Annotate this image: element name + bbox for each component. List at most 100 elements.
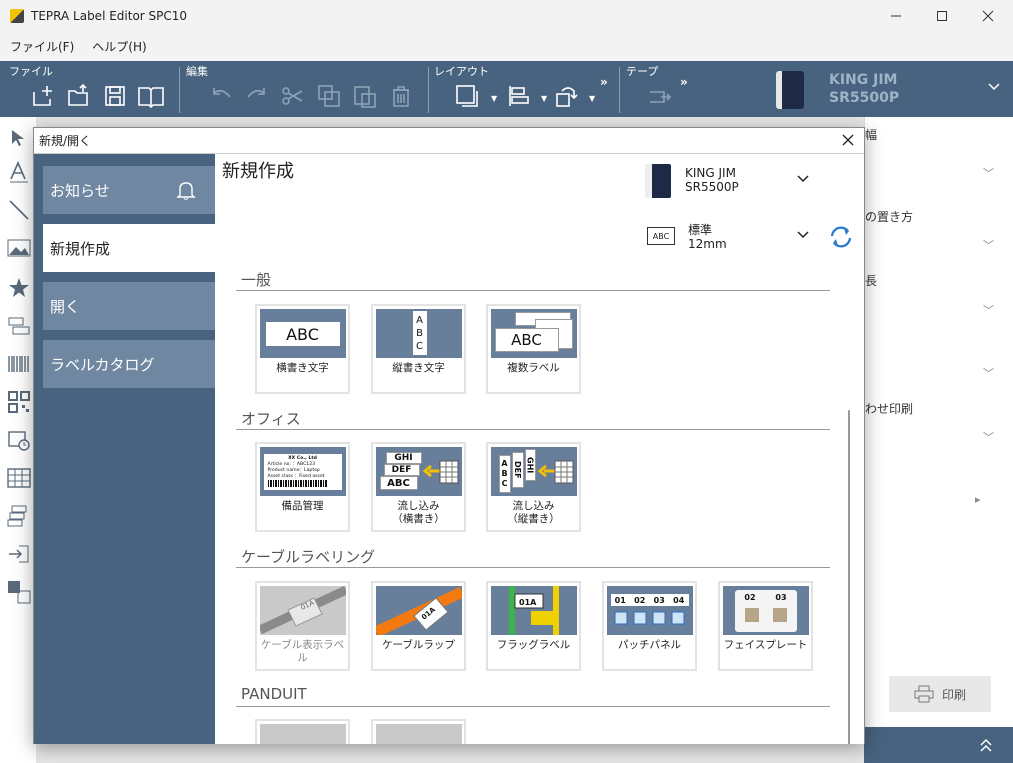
text-tool[interactable] <box>6 159 32 185</box>
dialog-close-button[interactable] <box>838 130 858 150</box>
chevron-down-icon <box>797 175 809 183</box>
chevron-down-icon[interactable]: ﹀ <box>983 237 994 253</box>
template-cable-display-label[interactable]: 01A ケーブル表示ラベル <box>255 581 350 671</box>
chevron-down-icon[interactable]: ﹀ <box>983 165 994 181</box>
tile-label: 流し込み （横書き） <box>392 500 445 525</box>
image-tool[interactable] <box>6 235 32 261</box>
import-tool[interactable] <box>6 541 32 567</box>
barcode-tool[interactable] <box>6 351 32 377</box>
chevron-right-icon[interactable]: ▸ <box>975 493 981 506</box>
more-tape-icon[interactable]: » <box>680 75 688 89</box>
qr-tool[interactable] <box>6 389 32 415</box>
align-dropdown-icon[interactable]: ▼ <box>541 94 547 103</box>
thumb-text: 02 <box>744 593 756 602</box>
section-heading-panduit: PANDUIT <box>241 685 307 703</box>
more-layout-icon[interactable]: » <box>600 75 608 89</box>
sidebar-item-news[interactable]: お知らせ <box>43 166 215 214</box>
chevron-down-icon[interactable]: ﹀ <box>983 302 994 318</box>
delete-button[interactable] <box>386 81 416 111</box>
align-button[interactable] <box>504 81 534 111</box>
rotate-button[interactable] <box>552 81 582 111</box>
rotate-dropdown-icon[interactable]: ▼ <box>589 94 595 103</box>
sidebar-item-open[interactable]: 開く <box>43 282 215 330</box>
tape-selector[interactable]: ABC 標準 12mm <box>645 220 825 260</box>
tile-label: 流し込み （縦書き） <box>507 500 560 525</box>
star-icon <box>9 278 29 297</box>
chevron-down-icon[interactable]: ﹀ <box>983 429 994 445</box>
template-horizontal-text[interactable]: ABC 横書き文字 <box>255 304 350 394</box>
sidebar-item-label: ラベルカタログ <box>50 355 155 374</box>
cut-button[interactable] <box>278 81 308 111</box>
frame-dropdown-icon[interactable]: ▼ <box>491 94 497 103</box>
frame-button[interactable] <box>452 81 482 111</box>
print-button[interactable]: 印刷 <box>889 676 991 712</box>
undo-icon <box>213 88 231 98</box>
printer-selector[interactable]: KING JIM SR5500P <box>645 162 825 202</box>
save-button[interactable] <box>100 81 130 111</box>
printer-icon <box>914 685 934 703</box>
template-multiple-labels[interactable]: ABC 複数ラベル <box>486 304 581 394</box>
template-merge-horizontal[interactable]: GHI DEF ABC 流し込み （横書き） <box>371 442 466 532</box>
redo-button[interactable] <box>242 81 272 111</box>
scrollbar[interactable] <box>841 270 857 744</box>
dialog-title: 新規/開く <box>39 134 92 148</box>
date-tool[interactable] <box>6 427 32 453</box>
tile-label: フラッグラベル <box>496 639 571 651</box>
template-flag-label[interactable]: 01A フラッグラベル <box>486 581 581 671</box>
dialog-main: 新規作成 KING JIM SR5500P ABC 標準 12mm 一般 ABC… <box>215 154 864 744</box>
ribbon-printer-name[interactable]: KING JIM SR5500P <box>829 71 899 107</box>
table-tool[interactable] <box>6 465 32 491</box>
thumb-text: 02 <box>634 595 646 605</box>
tape-feed-button[interactable] <box>645 81 675 111</box>
ribbon-group-edit-label: 編集 <box>186 65 208 78</box>
dialog-sidebar: お知らせ 新規作成 開く ラベルカタログ <box>34 154 215 744</box>
template-asset-management[interactable]: XX Co., Ltd Article no. ：ABC123 Product … <box>255 442 350 532</box>
undo-button[interactable] <box>206 81 236 111</box>
printer-name: KING JIM SR5500P <box>685 166 739 194</box>
panduit-thumbnail <box>375 724 462 744</box>
translate-tool[interactable] <box>6 579 32 605</box>
copy-button[interactable] <box>314 81 344 111</box>
paste-button[interactable] <box>350 81 380 111</box>
template-merge-vertical[interactable]: A B C DEF GHI 流し込み （縦書き） <box>486 442 581 532</box>
refresh-icon[interactable] <box>827 223 855 251</box>
ribbon-printer-model: SR5500P <box>829 90 900 106</box>
clipart-tool[interactable] <box>6 275 32 301</box>
scrollbar-thumb[interactable] <box>848 410 850 744</box>
template-vertical-text[interactable]: A B C 縦書き文字 <box>371 304 466 394</box>
new-file-button[interactable] <box>28 81 58 111</box>
line-tool[interactable] <box>6 197 32 223</box>
menu-bar: ファイル(F) ヘルプ(H) <box>0 31 1013 61</box>
template-face-plate[interactable]: 02 03 フェイスプレート <box>718 581 813 671</box>
barcode-graphic <box>267 480 328 487</box>
properties-panel: 幅 ﹀ の置き方 ﹀ 長 ﹀ ﹀ わせ印刷 ﹀ ▸ 印刷 <box>864 117 1013 727</box>
template-panduit-2[interactable] <box>371 719 466 744</box>
close-window-button[interactable] <box>965 0 1011 31</box>
property-merge-print-label: わせ印刷 <box>865 402 914 416</box>
maximize-button[interactable] <box>919 0 965 31</box>
sidebar-item-new[interactable]: 新規作成 <box>43 224 215 272</box>
bell-icon <box>176 182 196 200</box>
frame-tool[interactable] <box>6 313 32 339</box>
sidebar-item-label-catalog[interactable]: ラベルカタログ <box>43 340 215 388</box>
serial-tool[interactable] <box>6 503 32 529</box>
multiple-labels-thumbnail: ABC <box>490 309 577 358</box>
template-cable-wrap[interactable]: 01A ケーブルラップ <box>371 581 466 671</box>
open-folder-button[interactable] <box>64 81 94 111</box>
flag-label-thumbnail: 01A <box>490 586 577 635</box>
thumb-text: 01 <box>614 595 626 605</box>
tile-label: 縦書き文字 <box>392 362 445 374</box>
select-tool[interactable] <box>6 125 32 151</box>
menu-help[interactable]: ヘルプ(H) <box>82 38 154 55</box>
chevron-down-icon[interactable]: ﹀ <box>983 365 994 381</box>
thumb-text: B <box>501 469 508 478</box>
template-patch-panel[interactable]: 01 02 03 04 パッチパネル <box>602 581 697 671</box>
ribbon-printer-dropdown[interactable] <box>988 81 1000 95</box>
redo-icon <box>247 88 265 98</box>
menu-file[interactable]: ファイル(F) <box>0 38 82 55</box>
label-catalog-button[interactable] <box>136 81 166 111</box>
template-panduit-1[interactable] <box>255 719 350 744</box>
flag-label-graphic: 01A <box>508 586 559 635</box>
qr-code-icon <box>8 391 30 413</box>
minimize-button[interactable] <box>873 0 919 31</box>
